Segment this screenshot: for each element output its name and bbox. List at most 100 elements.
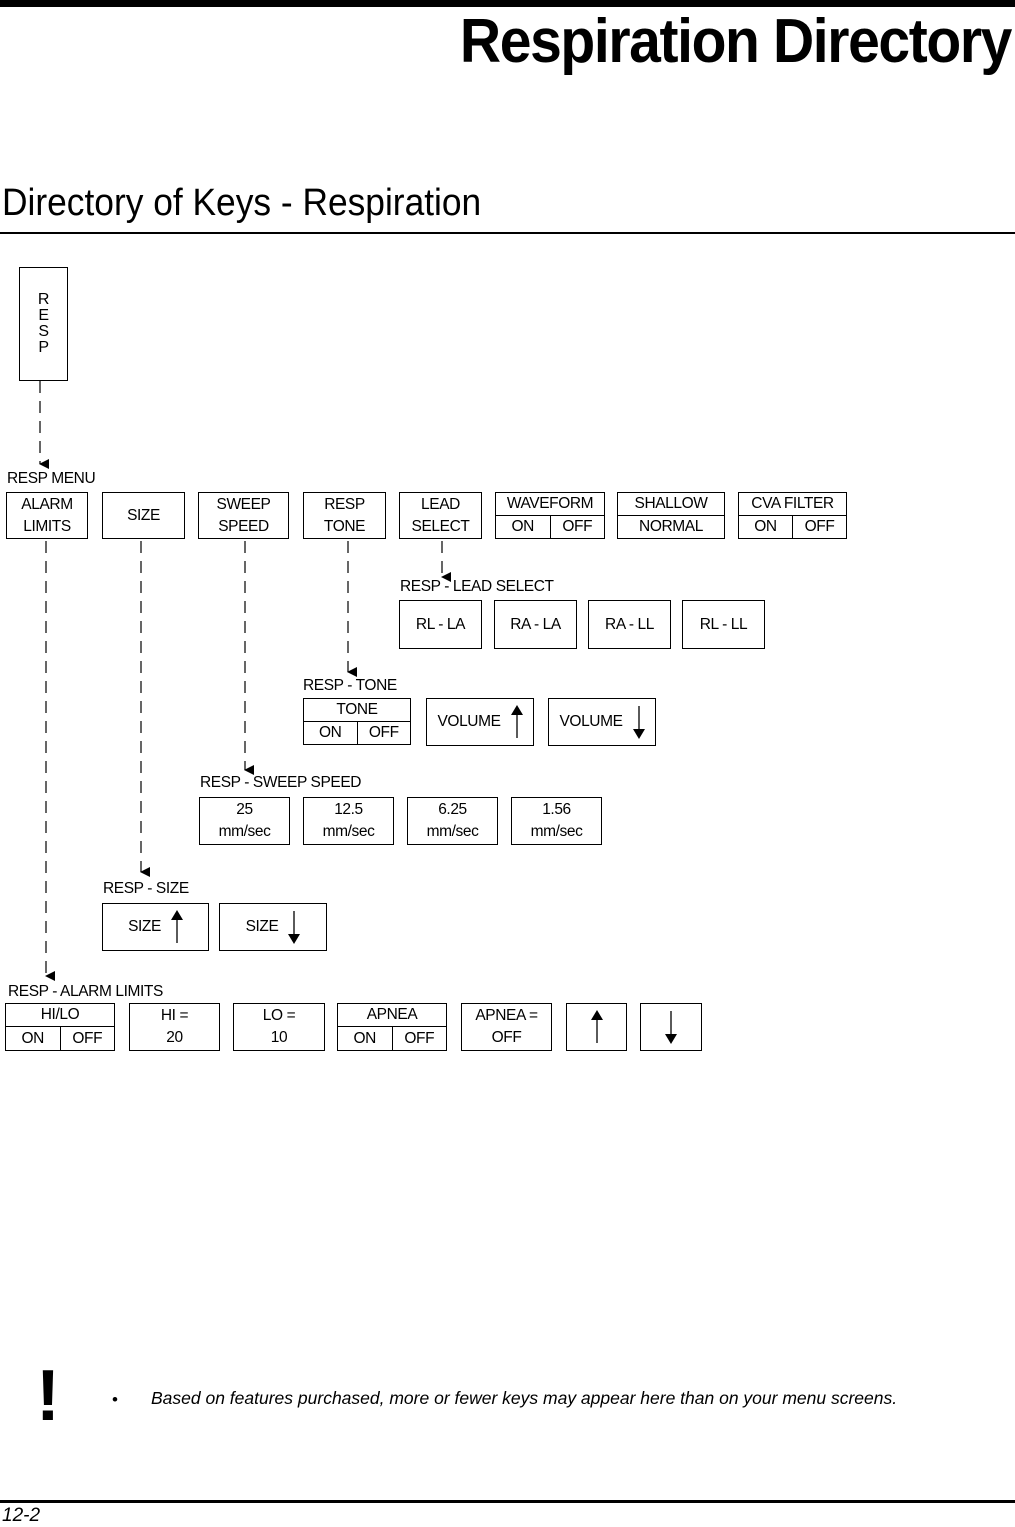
resp-letter: R: [37, 291, 50, 308]
apnea-off[interactable]: OFF: [391, 1027, 447, 1050]
hilo-on[interactable]: ON: [6, 1027, 60, 1050]
key-value: 12.5: [334, 801, 363, 818]
apnea-value-key[interactable]: APNEA = OFF: [461, 1003, 552, 1051]
shallow-key[interactable]: SHALLOW NORMAL: [617, 492, 725, 539]
key-label-line: SELECT: [411, 517, 470, 535]
hi-limit-key[interactable]: HI = 20: [129, 1003, 220, 1051]
sweep-12-5-key[interactable]: 12.5 mm/sec: [303, 797, 394, 845]
key-label: SIZE: [127, 506, 160, 524]
lead-select-menu-title: RESP - LEAD SELECT: [400, 578, 554, 595]
footer-rule: [0, 1500, 1015, 1503]
key-label-line: ALARM: [21, 495, 73, 513]
waveform-on[interactable]: ON: [496, 516, 550, 539]
key-value: OFF: [491, 1029, 522, 1046]
key-unit: mm/sec: [426, 823, 479, 840]
key-label-line: TONE: [323, 517, 366, 535]
size-up-key[interactable]: SIZE: [102, 903, 209, 951]
lead-ra-la-key[interactable]: RA - LA: [494, 600, 577, 649]
lead-select-key[interactable]: LEAD SELECT: [399, 492, 482, 539]
cva-filter-key[interactable]: CVA FILTER ON OFF: [738, 492, 847, 539]
tone-menu-title: RESP - TONE: [303, 677, 397, 694]
hilo-off[interactable]: OFF: [59, 1027, 115, 1050]
down-arrow-icon: [632, 706, 645, 739]
key-label-line: RESP: [324, 495, 365, 513]
key-label: VOLUME: [437, 713, 501, 730]
tone-off[interactable]: OFF: [356, 721, 411, 744]
cva-filter-on[interactable]: ON: [739, 516, 792, 539]
key-label: RA - LL: [605, 615, 654, 633]
apnea-title: APNEA: [338, 1004, 446, 1027]
sweep-6-25-key[interactable]: 6.25 mm/sec: [407, 797, 498, 845]
key-value: 20: [166, 1029, 183, 1046]
key-value: 10: [270, 1029, 288, 1046]
up-arrow-icon: [510, 705, 523, 738]
exclamation-icon: !: [36, 1356, 60, 1436]
size-menu-title: RESP - SIZE: [103, 880, 189, 897]
tone-on[interactable]: ON: [304, 722, 357, 745]
up-arrow-icon: [590, 1010, 603, 1043]
section-rule: [0, 232, 1015, 234]
note-bullet: •: [112, 1390, 118, 1409]
resp-letter: P: [38, 339, 49, 356]
lead-rl-la-key[interactable]: RL - LA: [399, 600, 482, 649]
decrease-key[interactable]: [640, 1003, 702, 1051]
apnea-on[interactable]: ON: [338, 1027, 392, 1050]
key-label: VOLUME: [559, 713, 623, 730]
hilo-title: HI/LO: [6, 1004, 114, 1027]
lead-rl-ll-key[interactable]: RL - LL: [682, 600, 765, 649]
size-key[interactable]: SIZE: [102, 492, 185, 539]
key-label: RA - LA: [510, 615, 561, 633]
hilo-key[interactable]: HI/LO ON OFF: [5, 1003, 115, 1051]
key-unit: mm/sec: [322, 823, 375, 840]
resp-key[interactable]: R E S P: [19, 267, 68, 381]
sweep-speed-key[interactable]: SWEEP SPEED: [198, 492, 289, 539]
key-unit: mm/sec: [530, 823, 583, 840]
resp-letter: E: [38, 307, 49, 324]
key-label: SIZE: [128, 918, 161, 935]
increase-key[interactable]: [566, 1003, 627, 1051]
key-label-line: LEAD: [421, 495, 460, 513]
note-text: Based on features purchased, more or few…: [151, 1388, 898, 1408]
sweep-1-56-key[interactable]: 1.56 mm/sec: [511, 797, 602, 845]
cva-filter-title: CVA FILTER: [739, 493, 846, 516]
key-value: 1.56: [542, 801, 571, 818]
cva-filter-off[interactable]: OFF: [792, 515, 846, 538]
shallow-value: NORMAL: [639, 517, 703, 535]
key-label-line: SWEEP: [216, 495, 271, 513]
sweep-speed-menu-title: RESP - SWEEP SPEED: [200, 774, 362, 791]
resp-tone-key[interactable]: RESP TONE: [303, 492, 386, 539]
waveform-off[interactable]: OFF: [549, 515, 605, 538]
tone-title: TONE: [304, 699, 410, 722]
key-label: SIZE: [245, 918, 279, 935]
key-label: APNEA =: [475, 1007, 538, 1024]
resp-letter: S: [38, 323, 49, 340]
volume-up-key[interactable]: VOLUME: [426, 698, 534, 746]
connector-arrows: [39, 381, 451, 981]
up-arrow-icon: [170, 910, 183, 943]
section-title: Directory of Keys - Respiration: [2, 182, 482, 224]
key-label: HI =: [160, 1007, 189, 1024]
sweep-25-key[interactable]: 25 mm/sec: [199, 797, 290, 845]
key-value: 25: [236, 801, 253, 818]
size-down-key[interactable]: SIZE: [219, 903, 327, 951]
key-label-line: SPEED: [218, 517, 269, 535]
lo-limit-key[interactable]: LO = 10: [233, 1003, 325, 1051]
key-label-line: LIMITS: [23, 517, 71, 535]
down-arrow-icon: [665, 1011, 677, 1044]
resp-menu-title: RESP MENU: [7, 470, 96, 487]
key-label: RL - LA: [415, 615, 466, 633]
key-label: LO =: [262, 1007, 296, 1024]
apnea-toggle-key[interactable]: APNEA ON OFF: [337, 1003, 447, 1051]
lead-ra-ll-key[interactable]: RA - LL: [588, 600, 671, 649]
chapter-title: Respiration Directory: [459, 7, 1012, 76]
key-label: RL - LL: [699, 615, 748, 633]
key-value: 6.25: [438, 801, 467, 818]
alarm-limits-menu-title: RESP - ALARM LIMITS: [8, 983, 163, 1000]
shallow-title: SHALLOW: [618, 493, 724, 516]
tone-key[interactable]: TONE ON OFF: [303, 698, 411, 745]
volume-down-key[interactable]: VOLUME: [548, 698, 656, 746]
down-arrow-icon: [288, 911, 301, 944]
waveform-key[interactable]: WAVEFORM ON OFF: [495, 492, 605, 539]
key-unit: mm/sec: [218, 823, 271, 840]
alarm-limits-key[interactable]: ALARM LIMITS: [6, 492, 88, 539]
